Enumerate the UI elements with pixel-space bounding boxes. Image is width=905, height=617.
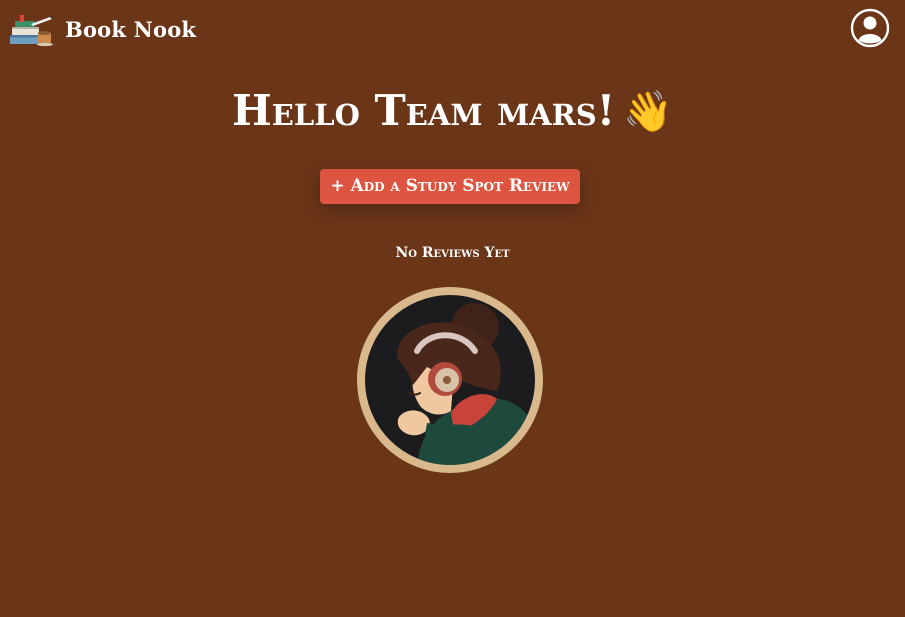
brand-name: Book Nook [65, 17, 197, 42]
waving-hand-icon: 👋 [623, 89, 673, 135]
books-icon [10, 15, 53, 47]
lofi-girl-headphones-image [357, 287, 543, 473]
navbar: Book Nook [0, 0, 905, 60]
greeting-text: Hello Team mars! [232, 86, 616, 135]
user-circle-icon[interactable] [850, 8, 890, 48]
add-study-spot-review-button[interactable]: + Add a Study Spot Review [320, 169, 580, 204]
brand-link[interactable]: Book Nook [9, 13, 196, 47]
page-title: Hello Team mars! 👋 [0, 82, 905, 141]
empty-state-text: No Reviews Yet [395, 245, 510, 261]
